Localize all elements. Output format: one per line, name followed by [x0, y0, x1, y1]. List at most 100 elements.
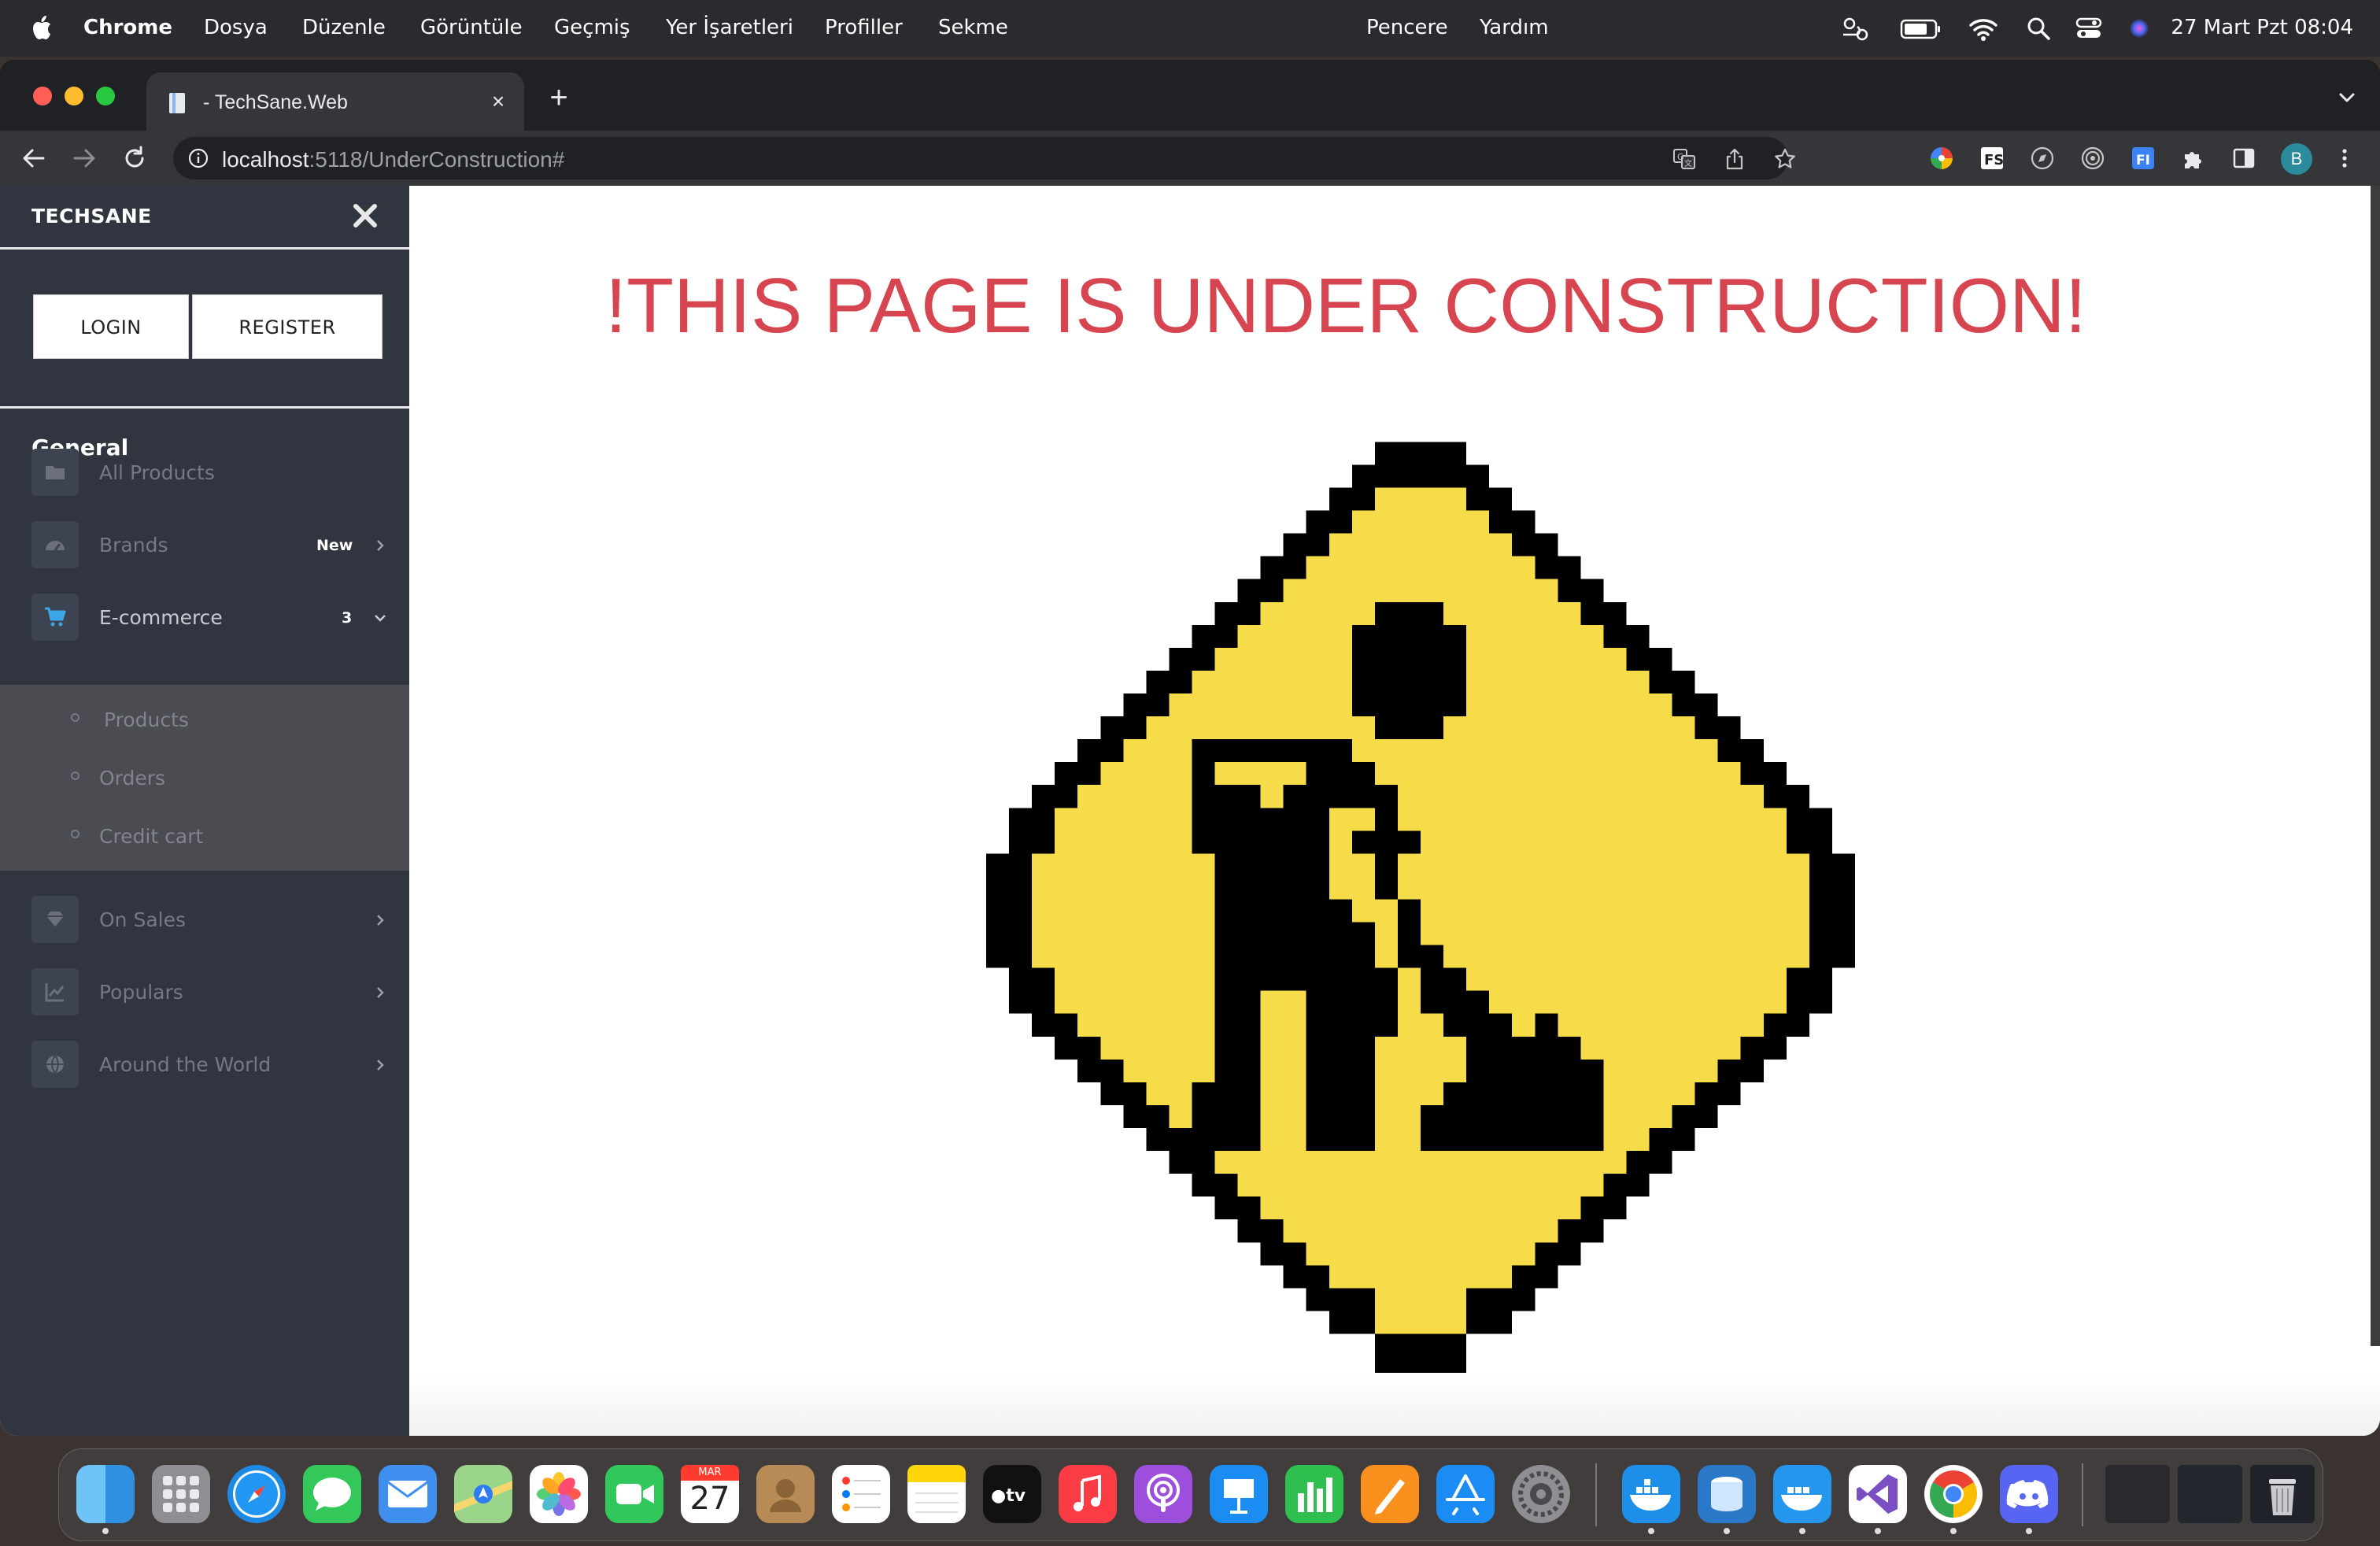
- fi-extension-icon[interactable]: FI: [2130, 145, 2156, 172]
- target-extension-icon[interactable]: [2079, 145, 2106, 172]
- menu-goruntule[interactable]: Görüntüle: [420, 16, 523, 39]
- bookmark-star-icon[interactable]: [1772, 146, 1798, 172]
- google-chrome-icon[interactable]: [1924, 1465, 1983, 1523]
- mail-icon[interactable]: [379, 1465, 437, 1523]
- forward-arrow-icon[interactable]: [68, 142, 101, 175]
- sidebar-item-brands[interactable]: Brands New: [0, 513, 409, 576]
- docker-icon[interactable]: [1622, 1465, 1680, 1523]
- battery-icon[interactable]: [1900, 14, 1942, 43]
- submenu-item-products[interactable]: Products: [0, 691, 409, 746]
- page-bottom-edge: [409, 1373, 2380, 1436]
- compass-extension-icon[interactable]: [2029, 145, 2056, 172]
- minimized-window-thumbnail[interactable]: [2105, 1465, 2170, 1523]
- siri-icon[interactable]: [2125, 14, 2153, 43]
- window-minimize-button[interactable]: [65, 87, 83, 105]
- maps-icon[interactable]: [454, 1465, 512, 1523]
- sidebar-brand[interactable]: TECHSANE: [31, 205, 152, 227]
- minimized-window-thumbnail[interactable]: [2178, 1465, 2242, 1523]
- menu-yer-isaretleri[interactable]: Yer İşaretleri: [666, 16, 793, 39]
- music-icon[interactable]: [1059, 1465, 1117, 1523]
- menu-dosya[interactable]: Dosya: [204, 16, 268, 39]
- translate-icon[interactable]: G文: [1672, 146, 1697, 172]
- menu-duzenle[interactable]: Düzenle: [302, 16, 386, 39]
- sidebar-item-on-sales[interactable]: On Sales: [0, 888, 409, 951]
- menu-pencere[interactable]: Pencere: [1366, 16, 1448, 39]
- chart-icon: [31, 968, 79, 1015]
- sidebar-item-all-products[interactable]: All Products: [0, 441, 409, 504]
- finder-icon[interactable]: [76, 1465, 135, 1523]
- tab-search-chevron-icon[interactable]: [2331, 82, 2363, 113]
- svg-text:G: G: [1677, 152, 1684, 162]
- notes-icon[interactable]: [907, 1465, 966, 1523]
- reload-icon[interactable]: [118, 142, 151, 175]
- svg-text:●tv: ●tv: [991, 1486, 1026, 1506]
- photos-icon[interactable]: [530, 1465, 588, 1523]
- page-scrollbar[interactable]: [2371, 186, 2380, 1346]
- safari-icon[interactable]: [227, 1465, 286, 1523]
- sidebar-divider: [0, 406, 409, 409]
- numbers-icon[interactable]: [1285, 1465, 1343, 1523]
- discord-icon[interactable]: [2000, 1465, 2058, 1523]
- sidebar-item-populars[interactable]: Populars: [0, 960, 409, 1023]
- keynote-icon[interactable]: [1210, 1465, 1268, 1523]
- azure-data-studio-icon[interactable]: [1698, 1465, 1756, 1523]
- fs-extension-icon[interactable]: FS: [1979, 145, 2005, 172]
- docker-desktop-icon[interactable]: [1773, 1465, 1831, 1523]
- menu-app-name[interactable]: Chrome: [83, 16, 172, 39]
- address-bar[interactable]: localhost:5118/UnderConstruction# G文: [173, 137, 1795, 179]
- window-close-button[interactable]: [33, 87, 52, 105]
- login-button[interactable]: LOGIN: [33, 294, 189, 359]
- weather-icon[interactable]: [1839, 14, 1870, 43]
- share-icon[interactable]: [1722, 146, 1747, 172]
- facetime-icon[interactable]: [605, 1465, 663, 1523]
- running-indicator: [102, 1528, 109, 1534]
- system-settings-icon[interactable]: [1512, 1465, 1570, 1523]
- profile-avatar[interactable]: B: [2281, 143, 2312, 175]
- sidepanel-icon[interactable]: [2230, 145, 2257, 172]
- new-tab-button[interactable]: +: [543, 82, 575, 115]
- window-zoom-button[interactable]: [96, 87, 115, 105]
- app-store-icon[interactable]: [1436, 1465, 1495, 1523]
- spotlight-icon[interactable]: [2024, 14, 2053, 43]
- ecommerce-submenu: Products Orders Credit cart: [0, 685, 409, 871]
- submenu-item-orders[interactable]: Orders: [0, 749, 409, 804]
- kebab-menu-icon[interactable]: [2331, 145, 2358, 172]
- trash-icon[interactable]: [2253, 1465, 2312, 1523]
- pages-icon[interactable]: [1361, 1465, 1419, 1523]
- reminders-icon[interactable]: [832, 1465, 890, 1523]
- menubar-clock[interactable]: 27 Mart Pzt 08:04: [2171, 16, 2353, 39]
- visual-studio-icon[interactable]: [1849, 1465, 1907, 1523]
- wifi-icon[interactable]: [1968, 14, 1999, 43]
- circle-bullet-icon: [71, 713, 79, 722]
- tv-icon[interactable]: ●tv: [983, 1465, 1041, 1523]
- submenu-item-credit-cart[interactable]: Credit cart: [0, 808, 409, 863]
- svg-text:文: 文: [1684, 158, 1692, 168]
- menu-sekme[interactable]: Sekme: [938, 16, 1008, 39]
- puzzle-extensions-icon[interactable]: [2180, 145, 2207, 172]
- sidebar-item-label: Populars: [99, 981, 183, 1004]
- back-arrow-icon[interactable]: [17, 142, 50, 175]
- sidebar-item-around-the-world[interactable]: Around the World: [0, 1033, 409, 1096]
- circle-bullet-icon: [71, 771, 79, 780]
- url-text[interactable]: localhost:5118/UnderConstruction#: [222, 147, 564, 172]
- podcasts-icon[interactable]: [1134, 1465, 1192, 1523]
- tab-close-icon[interactable]: ×: [485, 88, 512, 115]
- menu-yardim[interactable]: Yardım: [1480, 16, 1549, 39]
- messages-icon[interactable]: [303, 1465, 361, 1523]
- launchpad-icon[interactable]: [152, 1465, 210, 1523]
- close-icon[interactable]: [349, 200, 381, 231]
- apple-icon[interactable]: [28, 13, 57, 44]
- tab-strip: - TechSane.Web × +: [0, 60, 2380, 131]
- calendar-icon[interactable]: MAR 27: [681, 1465, 739, 1523]
- contacts-icon[interactable]: [756, 1465, 815, 1523]
- menu-profiller[interactable]: Profiller: [825, 16, 903, 39]
- sidebar-item-ecommerce[interactable]: E-commerce 3: [0, 586, 409, 649]
- color-picker-extension-icon[interactable]: [1928, 145, 1955, 172]
- register-button[interactable]: REGISTER: [192, 294, 382, 359]
- tab-techsane[interactable]: - TechSane.Web ×: [146, 72, 524, 131]
- menu-gecmis[interactable]: Geçmiş: [554, 16, 630, 39]
- chrome-window: - TechSane.Web × + localhost:5118/UnderC…: [0, 60, 2380, 1436]
- site-info-icon[interactable]: [187, 147, 209, 169]
- control-center-icon[interactable]: [2075, 14, 2103, 43]
- globe-icon: [31, 1041, 79, 1088]
